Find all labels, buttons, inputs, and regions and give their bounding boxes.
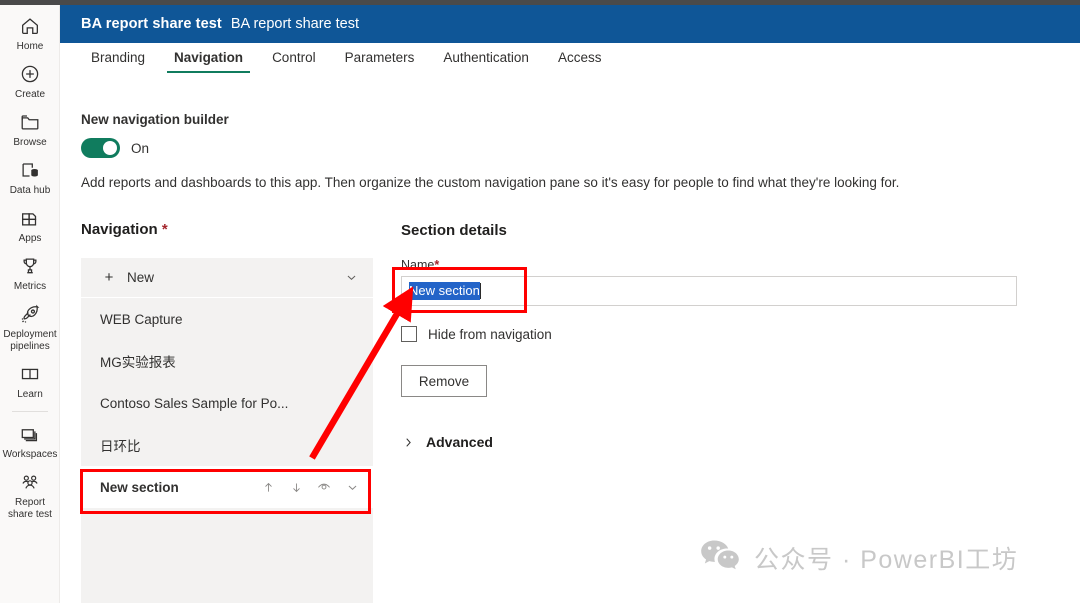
advanced-label: Advanced — [426, 434, 493, 450]
hide-from-navigation-row[interactable]: Hide from navigation — [401, 326, 552, 342]
navigation-description-text: Add reports and dashboards to this app. … — [81, 175, 900, 190]
left-navigation-rail: Home Create Browse Data hub Apps Metrics… — [0, 5, 60, 603]
nav-item-label: Contoso Sales Sample for Po... — [100, 395, 289, 411]
layers-icon — [18, 422, 42, 446]
sidebar-item-report-share-test[interactable]: Report share test — [0, 465, 60, 525]
apps-grid-icon — [18, 206, 42, 230]
sidebar-item-apps[interactable]: Apps — [0, 201, 60, 249]
move-up-icon[interactable] — [261, 480, 275, 494]
new-navigation-builder-toggle-row[interactable]: On — [81, 138, 149, 158]
list-item-new-section-selected[interactable]: New section — [81, 466, 373, 508]
navigation-section-title-text: Navigation — [81, 221, 158, 238]
navigation-required-marker: * — [161, 221, 168, 238]
sidebar-item-learn[interactable]: Learn — [0, 357, 60, 405]
sidebar-item-label: Metrics — [13, 281, 47, 292]
name-field-label: Name* — [401, 258, 439, 272]
move-down-icon[interactable] — [289, 480, 303, 494]
chevron-down-icon[interactable] — [345, 480, 359, 494]
book-icon — [18, 362, 42, 386]
sidebar-item-label: Learn — [17, 389, 43, 400]
sidebar-item-label: Data hub — [9, 185, 51, 196]
navigation-settings-content: New navigation builder On Add reports an… — [60, 80, 1080, 603]
hide-from-navigation-checkbox[interactable] — [401, 326, 417, 342]
people-group-icon — [18, 470, 42, 494]
power-bi-app-settings-page: Home Create Browse Data hub Apps Metrics… — [0, 0, 1080, 603]
trophy-icon — [18, 254, 42, 278]
sidebar-item-workspaces[interactable]: Workspaces — [0, 417, 60, 465]
sidebar-item-label: Report share test — [8, 497, 52, 520]
new-navigation-builder-label: New navigation builder — [81, 112, 229, 127]
database-icon — [18, 158, 42, 182]
sidebar-item-metrics[interactable]: Metrics — [0, 249, 60, 297]
tab-parameters[interactable]: Parameters — [335, 43, 425, 75]
toggle-state-label: On — [131, 140, 150, 156]
sidebar-item-deployment-pipelines[interactable]: Deployment pipelines — [0, 297, 60, 357]
rail-divider — [11, 411, 48, 412]
home-icon — [18, 14, 42, 38]
name-required-marker: * — [434, 258, 440, 272]
remove-button[interactable]: Remove — [401, 365, 487, 397]
navigation-items-panel: + New WEB Capture MG实验报表 Contoso Sales S… — [81, 258, 373, 603]
nav-item-label: New section — [100, 479, 179, 495]
section-name-input[interactable]: New section — [401, 276, 1017, 306]
section-details-title: Section details — [401, 222, 507, 239]
new-navigation-builder-toggle[interactable] — [81, 138, 120, 158]
sidebar-item-data-hub[interactable]: Data hub — [0, 153, 60, 201]
navigation-section-title: Navigation * — [81, 221, 168, 238]
row-action-group — [261, 480, 359, 494]
list-item[interactable]: Contoso Sales Sample for Po... — [81, 382, 373, 424]
sidebar-item-label: Home — [16, 41, 44, 52]
new-item-label: New — [127, 270, 155, 285]
section-name-input-value: New section — [409, 282, 480, 300]
list-item[interactable]: WEB Capture — [81, 298, 373, 340]
text-caret — [479, 283, 481, 299]
tab-authentication[interactable]: Authentication — [433, 43, 539, 75]
app-header-bar: BA report share test BA report share tes… — [60, 5, 1080, 43]
rocket-icon — [18, 302, 42, 326]
hide-from-navigation-label: Hide from navigation — [428, 326, 552, 342]
tab-navigation[interactable]: Navigation — [164, 43, 253, 75]
sidebar-item-label: Workspaces — [2, 449, 58, 460]
toggle-knob — [103, 141, 117, 155]
list-item[interactable]: 日环比 — [81, 424, 373, 466]
app-title-bold: BA report share test — [81, 16, 222, 32]
new-item-button[interactable]: + New — [81, 258, 373, 298]
sidebar-item-label: Browse — [13, 137, 47, 148]
settings-tab-bar: Branding Navigation Control Parameters A… — [60, 43, 1080, 80]
tab-branding[interactable]: Branding — [81, 43, 155, 75]
tab-access[interactable]: Access — [548, 43, 612, 75]
app-title-regular: BA report share test — [230, 16, 360, 32]
folder-icon — [18, 110, 42, 134]
nav-item-label: WEB Capture — [100, 311, 183, 327]
sidebar-item-create[interactable]: Create — [0, 57, 60, 105]
chevron-right-icon — [401, 435, 415, 449]
advanced-expander[interactable]: Advanced — [401, 434, 493, 450]
list-item[interactable]: MG实验报表 — [81, 340, 373, 382]
name-label-text: Name — [401, 258, 435, 272]
nav-item-label: MG实验报表 — [100, 355, 176, 370]
sidebar-item-label: Deployment pipelines — [3, 329, 57, 352]
sidebar-item-home[interactable]: Home — [0, 9, 60, 57]
tab-control[interactable]: Control — [262, 43, 326, 75]
sidebar-item-label: Apps — [18, 233, 42, 244]
plus-circle-icon — [18, 62, 42, 86]
chevron-down-icon[interactable] — [343, 270, 359, 286]
nav-item-label: 日环比 — [100, 439, 141, 454]
sidebar-item-label: Create — [14, 89, 45, 100]
hide-eye-icon[interactable] — [317, 480, 331, 494]
plus-icon: + — [104, 269, 114, 286]
sidebar-item-browse[interactable]: Browse — [0, 105, 60, 153]
